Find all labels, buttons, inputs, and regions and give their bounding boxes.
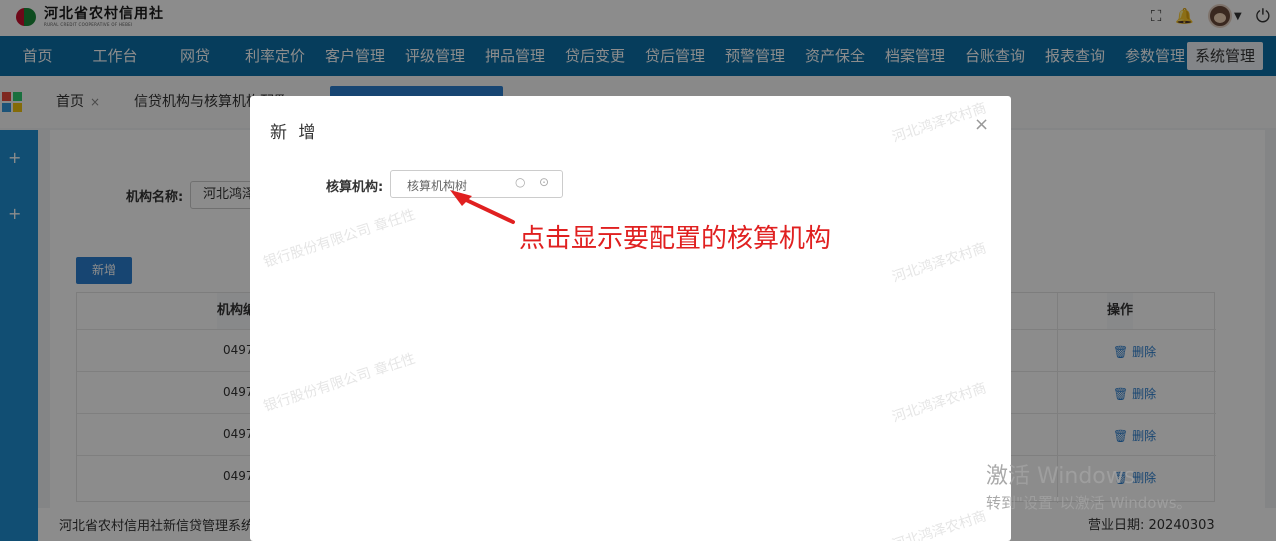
windows-activation-notice: 激活 Windows 转到"设置"以激活 Windows。 (986, 458, 1192, 513)
accounting-org-placeholder: 核算机构树 (407, 179, 468, 193)
search-icon[interactable]: ○ (515, 175, 525, 189)
activation-hint: 转到"设置"以激活 Windows。 (986, 494, 1192, 512)
add-dialog: 新 增 × 核算机构: 核算机构树 ○ ⊙ (250, 96, 1011, 541)
dialog-title: 新 增 (270, 123, 319, 143)
activation-title: 激活 Windows (986, 464, 1136, 489)
accounting-org-label: 核算机构: (326, 180, 384, 195)
check-circle-icon[interactable]: ⊙ (539, 175, 549, 189)
annotation-text: 点击显示要配置的核算机构 (519, 224, 832, 254)
accounting-org-tree-input[interactable]: 核算机构树 ○ ⊙ (390, 170, 563, 198)
